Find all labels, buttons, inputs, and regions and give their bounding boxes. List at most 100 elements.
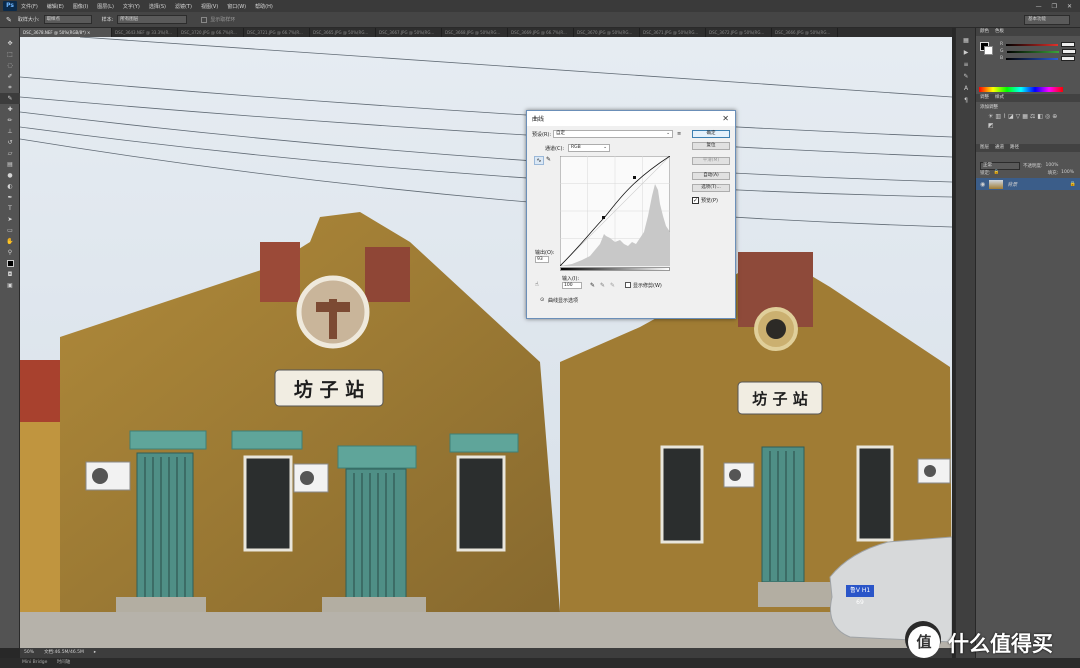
menu-layer[interactable]: 图层(L) bbox=[97, 3, 114, 10]
eyedropper-icon[interactable]: ✎ bbox=[6, 16, 12, 24]
brush-panel-icon[interactable]: ✎ bbox=[956, 70, 976, 82]
history-panel-icon[interactable]: ▦ bbox=[956, 34, 976, 46]
eraser-tool-icon[interactable]: ▱ bbox=[0, 148, 20, 159]
input-field[interactable]: 100 bbox=[562, 282, 582, 289]
sample-select[interactable]: 所有图层 bbox=[117, 15, 188, 24]
display-options-label[interactable]: 曲线显示选项 bbox=[548, 297, 578, 304]
menu-image[interactable]: 图像(I) bbox=[73, 3, 88, 10]
pen-tool-icon[interactable]: ✒ bbox=[0, 192, 20, 203]
invert-icon[interactable]: ◩ bbox=[988, 122, 994, 129]
slider-r[interactable] bbox=[1006, 43, 1059, 46]
lasso-tool-icon[interactable]: ◌ bbox=[0, 60, 20, 71]
brightness-icon[interactable]: ☀ bbox=[988, 113, 993, 120]
mini-bridge-tab[interactable]: Mini Bridge bbox=[22, 660, 47, 665]
maximize-button[interactable]: ❐ bbox=[1052, 3, 1057, 10]
levels-icon[interactable]: ▥ bbox=[995, 113, 1001, 120]
color-ramp[interactable] bbox=[979, 87, 1063, 92]
reset-button[interactable]: 复位 bbox=[692, 142, 730, 150]
vibrance-icon[interactable]: ▽ bbox=[1016, 113, 1021, 120]
auto-button[interactable]: 自动(A) bbox=[692, 172, 730, 180]
menu-select[interactable]: 选择(S) bbox=[149, 3, 166, 10]
menu-help[interactable]: 帮助(H) bbox=[255, 3, 273, 10]
blend-mode-select[interactable]: 正常 bbox=[980, 161, 1020, 170]
marquee-tool-icon[interactable]: ⬚ bbox=[0, 49, 20, 60]
actions-panel-icon[interactable]: ▶ bbox=[956, 46, 976, 58]
properties-panel-icon[interactable]: ≡ bbox=[956, 58, 976, 70]
history-brush-tool-icon[interactable]: ↺ bbox=[0, 137, 20, 148]
move-tool-icon[interactable]: ✥ bbox=[0, 38, 20, 49]
value-g[interactable] bbox=[1061, 49, 1076, 54]
channel-mixer-icon[interactable]: ⊕ bbox=[1052, 113, 1057, 120]
channel-select[interactable]: RGB ⌄ bbox=[568, 144, 610, 152]
options-button[interactable]: 选项(T)... bbox=[692, 184, 730, 192]
preset-select[interactable]: 自定 ⌄ bbox=[553, 130, 673, 138]
show-clipping-checkbox[interactable] bbox=[625, 282, 631, 288]
fill-value[interactable]: 100% bbox=[1061, 170, 1074, 175]
slider-b[interactable] bbox=[1006, 57, 1059, 60]
document-tab[interactable]: DSC_3666.JPG @ 50%(RG... bbox=[772, 28, 838, 37]
shape-tool-icon[interactable]: ▭ bbox=[0, 225, 20, 236]
gray-point-eyedropper-icon[interactable]: ✎ bbox=[600, 282, 605, 289]
hand-tool-icon[interactable]: ✋ bbox=[0, 236, 20, 247]
preview-checkbox-icon[interactable]: ✓ bbox=[692, 197, 699, 204]
lock-icon[interactable]: 🔒 bbox=[994, 170, 1000, 175]
healing-brush-tool-icon[interactable]: ✚ bbox=[0, 104, 20, 115]
menu-filter[interactable]: 滤镜(T) bbox=[175, 3, 192, 10]
eyedropper-tool-icon[interactable]: ✎ bbox=[0, 93, 20, 104]
paragraph-panel-icon[interactable]: ¶ bbox=[956, 94, 976, 106]
quick-mask-icon[interactable]: ◘ bbox=[0, 269, 20, 280]
document-tab[interactable]: DSC_3670.JPG @ 50%(RG... bbox=[574, 28, 640, 37]
tab-channels[interactable]: 通道 bbox=[995, 144, 1004, 152]
close-window-button[interactable]: ✕ bbox=[1067, 3, 1072, 10]
status-arrow-icon[interactable]: ▸ bbox=[94, 648, 96, 658]
tab-swatches[interactable]: 色板 bbox=[995, 28, 1004, 36]
screen-mode-icon[interactable]: ▣ bbox=[0, 280, 20, 291]
close-icon[interactable]: ✕ bbox=[722, 114, 729, 123]
document-size[interactable]: 文档:46.5M/46.5M bbox=[44, 648, 84, 658]
workspace-select[interactable]: 基本功能 bbox=[1024, 14, 1070, 25]
white-point-eyedropper-icon[interactable]: ✎ bbox=[610, 282, 615, 289]
menu-edit[interactable]: 编辑(E) bbox=[47, 3, 64, 10]
sample-size-select[interactable]: 取样点 bbox=[43, 15, 92, 24]
output-field[interactable]: 93 bbox=[535, 256, 549, 263]
smooth-button[interactable]: 平滑(M) bbox=[692, 157, 730, 165]
curve-graph[interactable] bbox=[560, 156, 670, 266]
show-ring-checkbox[interactable] bbox=[201, 16, 208, 23]
curve-point-tool-icon[interactable]: ∿ bbox=[534, 156, 544, 165]
curves-icon[interactable]: ⌇ bbox=[1003, 113, 1006, 120]
opacity-value[interactable]: 100% bbox=[1046, 163, 1059, 168]
document-tab[interactable]: DSC_3665.JPG @ 50%(RG... bbox=[310, 28, 376, 37]
expand-chevron-icon[interactable]: ⊙ bbox=[540, 297, 544, 303]
value-b[interactable] bbox=[1061, 56, 1076, 61]
document-tab[interactable]: DSC_3669.JPG @ 66.7%(R... bbox=[508, 28, 574, 37]
document-tab[interactable]: DSC_3643.NEF @ 33.3%(R... bbox=[112, 28, 178, 37]
document-tab[interactable]: DSC_3720.JPG @ 66.7%(R... bbox=[178, 28, 244, 37]
preset-options-icon[interactable]: ≡ bbox=[677, 131, 681, 137]
blur-tool-icon[interactable]: ● bbox=[0, 170, 20, 181]
menu-file[interactable]: 文件(F) bbox=[21, 3, 38, 10]
document-tab[interactable]: DSC_3672.JPG @ 50%(RG... bbox=[706, 28, 772, 37]
document-canvas[interactable]: 坊 子 站 坊 子 站 鲁V H1 69 bbox=[20, 37, 952, 648]
exposure-icon[interactable]: ◪ bbox=[1008, 113, 1014, 120]
tab-adjustments[interactable]: 调整 bbox=[980, 94, 989, 102]
document-tab[interactable]: DSC_3667.JPG @ 50%(RG... bbox=[376, 28, 442, 37]
ok-button[interactable]: 确定 bbox=[692, 130, 730, 138]
photo-filter-icon[interactable]: ◎ bbox=[1045, 113, 1050, 120]
document-tab[interactable]: DSC_3678.NEF @ 50%(RGB/8*) × bbox=[20, 28, 112, 37]
dodge-tool-icon[interactable]: ◐ bbox=[0, 181, 20, 192]
pencil-tool-icon[interactable]: ✎ bbox=[546, 156, 551, 163]
menu-type[interactable]: 文字(Y) bbox=[123, 3, 140, 10]
tab-styles[interactable]: 样式 bbox=[995, 94, 1004, 102]
background-swatch[interactable] bbox=[984, 46, 993, 55]
menu-window[interactable]: 窗口(W) bbox=[227, 3, 246, 10]
value-r[interactable] bbox=[1061, 42, 1076, 47]
preview-toggle[interactable]: ✓ 预览(P) bbox=[692, 197, 718, 204]
tab-paths[interactable]: 路径 bbox=[1010, 144, 1019, 152]
minimize-button[interactable]: — bbox=[1036, 3, 1042, 10]
character-panel-icon[interactable]: A bbox=[956, 82, 976, 94]
target-adjust-icon[interactable]: ☝ bbox=[535, 281, 539, 288]
hue-sat-icon[interactable]: ▦ bbox=[1022, 113, 1028, 120]
timeline-tab[interactable]: 时间轴 bbox=[57, 660, 71, 665]
layer-row-background[interactable]: ◉ 背景 🔒 bbox=[976, 178, 1080, 190]
document-tab[interactable]: DSC_3721.JPG @ 66.7%(R... bbox=[244, 28, 310, 37]
